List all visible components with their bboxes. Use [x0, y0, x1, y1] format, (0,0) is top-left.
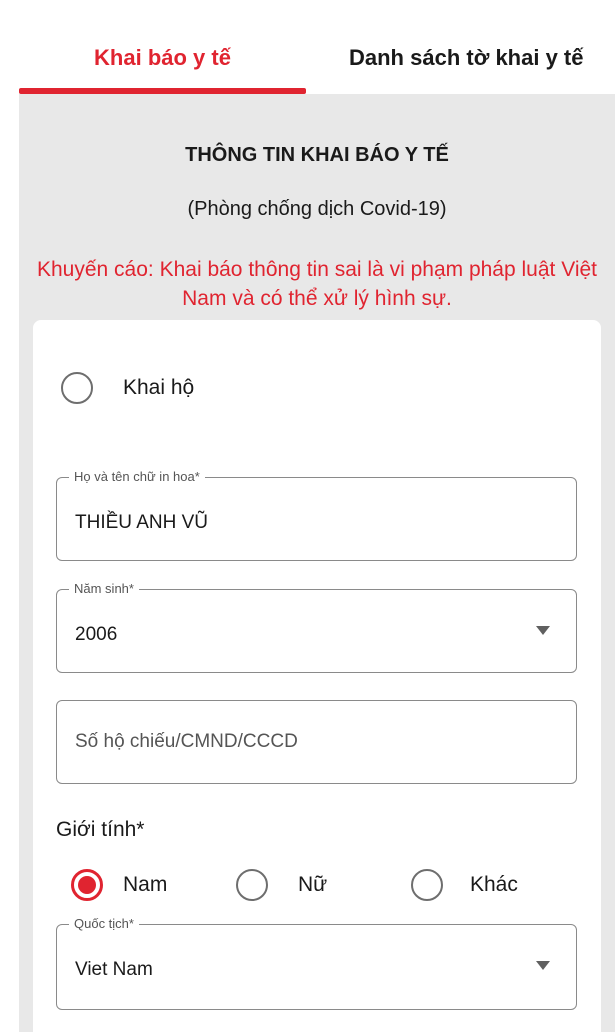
gender-male-radio[interactable]	[71, 869, 103, 901]
nationality-value: Viet Nam	[75, 959, 153, 980]
full-name-value: THIỀU ANH VŨ	[75, 512, 209, 533]
gender-other-radio[interactable]	[411, 869, 443, 901]
gender-other-label: Khác	[470, 873, 518, 896]
nationality-select[interactable]: Quốc tịch* Viet Nam	[56, 916, 577, 1010]
tab-bar: Khai báo y tế Danh sách tờ khai y tế	[19, 22, 615, 94]
proxy-declaration-label: Khai hộ	[123, 376, 195, 399]
birth-year-value: 2006	[75, 624, 118, 645]
caret-down-icon	[536, 961, 550, 970]
legal-warning: Khuyến cáo: Khai báo thông tin sai là vi…	[37, 258, 597, 310]
birth-year-label: Năm sinh*	[69, 581, 139, 596]
full-name-field[interactable]: Họ và tên chữ in hoa* THIỀU ANH VŨ	[56, 469, 577, 561]
tab-medical-declaration[interactable]: Khai báo y tế	[19, 22, 306, 94]
page-title: THÔNG TIN KHAI BÁO Y TẾ	[185, 144, 449, 166]
gender-female-radio[interactable]	[236, 869, 268, 901]
gender-male-label: Nam	[123, 873, 168, 896]
gender-label: Giới tính*	[56, 818, 145, 841]
tab-declaration-list[interactable]: Danh sách tờ khai y tế	[306, 22, 615, 94]
nationality-label: Quốc tịch*	[69, 916, 139, 931]
declaration-form-card: Khai hộ Họ và tên chữ in hoa* THIỀU ANH …	[33, 320, 601, 1032]
app-screen: Khai báo y tế Danh sách tờ khai y tế THÔ…	[19, 22, 615, 1032]
id-number-field[interactable]: Số hộ chiếu/CMND/CCCD	[56, 700, 577, 784]
gender-female-label: Nữ	[298, 873, 328, 896]
caret-down-icon	[536, 626, 550, 635]
proxy-declaration-radio[interactable]	[61, 372, 93, 404]
page-subtitle: (Phòng chống dịch Covid-19)	[187, 198, 447, 220]
active-tab-indicator	[19, 88, 306, 94]
id-number-placeholder: Số hộ chiếu/CMND/CCCD	[75, 731, 298, 752]
birth-year-select[interactable]: Năm sinh* 2006	[56, 581, 577, 673]
full-name-label: Họ và tên chữ in hoa*	[69, 469, 205, 484]
